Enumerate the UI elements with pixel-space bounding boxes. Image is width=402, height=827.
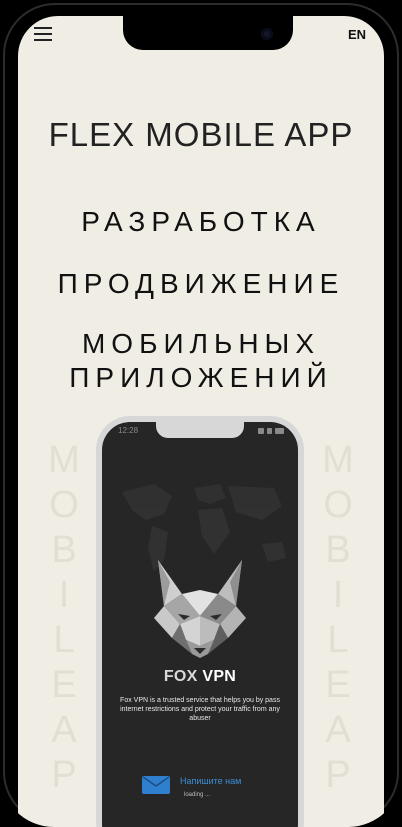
phone-mockup-screen: 12:28 FOX VPN Fox VPN is a trusted servi… bbox=[102, 422, 298, 827]
hamburger-menu-icon[interactable] bbox=[34, 27, 52, 43]
brand-description: Fox VPN is a trusted service that helps … bbox=[120, 697, 280, 722]
contact-label: Напишите нам bbox=[180, 776, 242, 786]
headline-promotion: ПРОДВИЖЕНИЕ bbox=[57, 268, 345, 299]
camera bbox=[261, 28, 273, 40]
screen: EN FLEX MOBILE APP РАЗРАБОТКА ПРОДВИЖЕНИ… bbox=[18, 16, 384, 827]
language-switch[interactable]: EN bbox=[348, 27, 366, 42]
headline-apps: ПРИЛОЖЕНИЙ bbox=[69, 362, 333, 393]
mockup-notch bbox=[156, 422, 244, 438]
headline-mobile: МОБИЛЬНЫХ bbox=[81, 328, 321, 359]
loading-text: loading ... bbox=[184, 792, 211, 798]
headline-development: РАЗРАБОТКА bbox=[81, 206, 321, 237]
phone-mockup: 12:28 FOX VPN Fox VPN is a trusted servi… bbox=[96, 416, 304, 827]
fox-logo-icon bbox=[154, 560, 246, 658]
signal-battery-icon bbox=[258, 428, 284, 434]
contact-us-button[interactable]: Напишите нам loading ... bbox=[142, 774, 292, 804]
brand-name: FOX VPN bbox=[163, 668, 237, 685]
side-word-left: MOBILEAP bbox=[48, 439, 80, 796]
app-title: FLEX MOBILE APP bbox=[48, 116, 354, 153]
side-word-right: MOBILEAP bbox=[322, 439, 354, 796]
notch bbox=[123, 16, 293, 50]
device-frame: EN FLEX MOBILE APP РАЗРАБОТКА ПРОДВИЖЕНИ… bbox=[0, 0, 402, 827]
mockup-time: 12:28 bbox=[118, 426, 139, 435]
envelope-icon bbox=[142, 776, 170, 794]
